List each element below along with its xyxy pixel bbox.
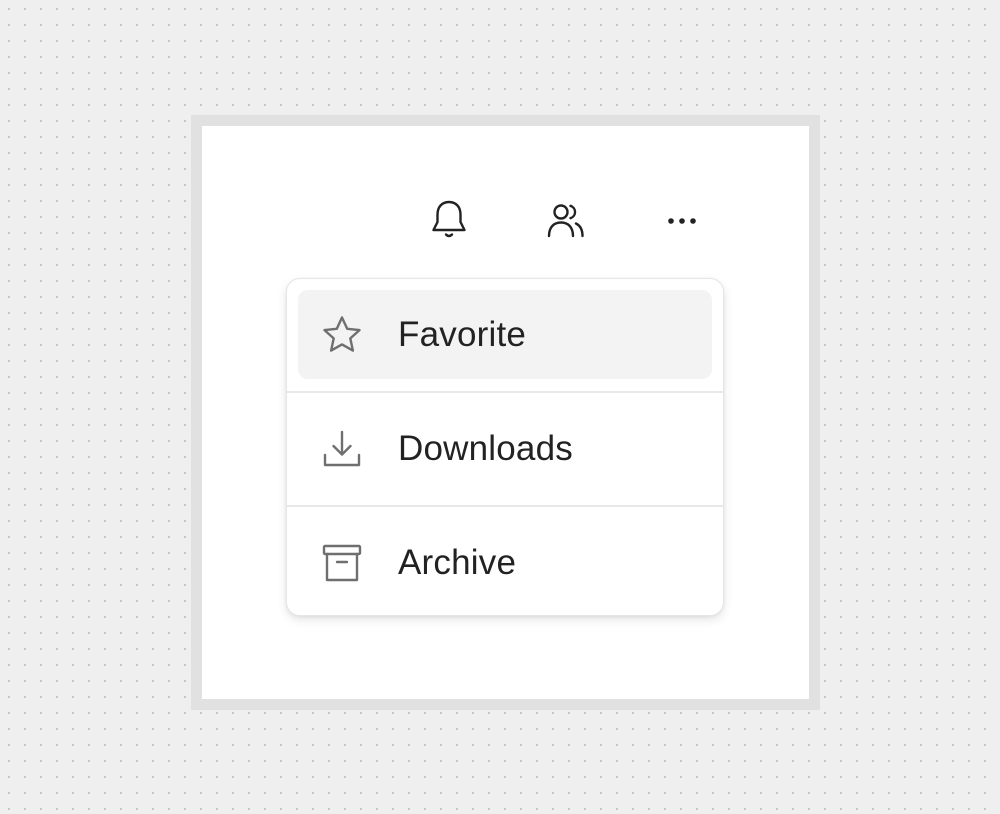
dropdown-menu: Favorite Downloads Archive xyxy=(286,278,724,616)
app-frame: Favorite Downloads Archive xyxy=(191,115,820,710)
download-icon xyxy=(319,426,365,472)
menu-item-label: Favorite xyxy=(398,315,527,354)
more-options-button[interactable] xyxy=(658,197,706,245)
bell-icon xyxy=(429,198,469,244)
menu-item-label: Downloads xyxy=(398,429,573,468)
ellipsis-icon xyxy=(662,215,702,227)
star-icon xyxy=(319,312,365,358)
users-icon xyxy=(543,198,589,244)
menu-item-label: Archive xyxy=(398,543,517,582)
menu-item-archive[interactable]: Archive xyxy=(287,507,723,615)
people-button[interactable] xyxy=(542,197,590,245)
notifications-button[interactable] xyxy=(425,197,473,245)
menu-item-downloads[interactable]: Downloads xyxy=(287,393,723,505)
archive-icon xyxy=(319,540,365,586)
menu-item-favorite[interactable]: Favorite xyxy=(287,279,723,391)
